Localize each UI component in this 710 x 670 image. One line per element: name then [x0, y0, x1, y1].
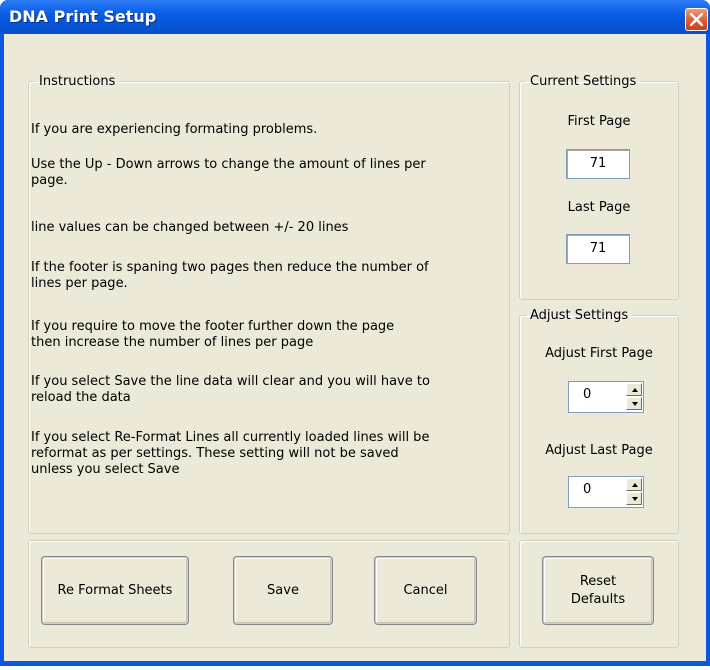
- arrow-up-icon: [632, 483, 638, 487]
- spin-up-button[interactable]: [626, 478, 642, 491]
- instruction-line: Use the Up - Down arrows to change the a…: [31, 157, 426, 172]
- spin-arrows: [626, 478, 642, 506]
- instruction-line: reload the data: [31, 390, 131, 405]
- close-button[interactable]: [685, 8, 708, 31]
- instruction-line: lines per page.: [31, 276, 128, 291]
- reset-label-line2: Defaults: [570, 591, 626, 607]
- first-page-label: First Page: [567, 114, 631, 129]
- instruction-line: then increase the number of lines per pa…: [31, 335, 314, 350]
- cancel-button[interactable]: Cancel: [375, 557, 476, 624]
- instruction-line: If you select Re-Format Lines all curren…: [31, 430, 430, 445]
- adjust-first-page-label: Adjust First Page: [545, 346, 653, 361]
- spin-down-button[interactable]: [626, 397, 642, 410]
- arrow-down-icon: [632, 497, 638, 501]
- instruction-paragraph: line values can be changed between +/- 2…: [31, 220, 348, 236]
- instruction-line: If you require to move the footer furthe…: [31, 319, 395, 334]
- adjust-first-page-stepper[interactable]: 0: [568, 381, 644, 413]
- instruction-line: If you are experiencing formating proble…: [31, 122, 318, 137]
- instruction-paragraph: If you select Save the line data will cl…: [31, 374, 430, 406]
- adjust-last-page-label: Adjust Last Page: [545, 443, 653, 458]
- adjust-last-page-value[interactable]: 0: [583, 482, 591, 497]
- arrow-down-icon: [632, 402, 638, 406]
- current-settings-group: Current Settings: [519, 74, 679, 300]
- reformat-sheets-label: Re Format Sheets: [57, 583, 173, 598]
- cancel-label: Cancel: [403, 583, 448, 598]
- first-page-value-field[interactable]: 71: [566, 149, 630, 179]
- instruction-paragraph: Use the Up - Down arrows to change the a…: [31, 157, 426, 189]
- instruction-line: page.: [31, 173, 68, 188]
- arrow-up-icon: [632, 388, 638, 392]
- instruction-paragraph: If the footer is spaning two pages then …: [31, 260, 429, 292]
- title-bar[interactable]: DNA Print Setup: [0, 0, 710, 34]
- close-icon: [690, 13, 703, 26]
- save-label: Save: [267, 583, 299, 598]
- dialog-body: Instructions If you are experiencing for…: [4, 34, 706, 661]
- instruction-line: unless you select Save: [31, 462, 180, 477]
- spin-up-button[interactable]: [626, 383, 642, 396]
- reformat-sheets-button[interactable]: Re Format Sheets: [42, 557, 188, 624]
- last-page-value-field[interactable]: 71: [566, 234, 630, 264]
- instruction-paragraph: If you select Re-Format Lines all curren…: [31, 430, 429, 478]
- instructions-legend: Instructions: [39, 74, 116, 89]
- adjust-settings-legend: Adjust Settings: [530, 308, 629, 323]
- spin-down-button[interactable]: [626, 492, 642, 505]
- current-settings-legend: Current Settings: [530, 74, 637, 89]
- instruction-line: If the footer is spaning two pages then …: [31, 260, 429, 275]
- instruction-paragraph: If you are experiencing formating proble…: [31, 122, 317, 138]
- reset-label-line1: Reset: [579, 573, 617, 589]
- adjust-first-page-value[interactable]: 0: [583, 387, 591, 402]
- adjust-last-page-stepper[interactable]: 0: [568, 476, 644, 508]
- dialog-window: DNA Print Setup Instructions If you are …: [0, 0, 710, 666]
- reset-defaults-button[interactable]: Reset Defaults: [543, 557, 653, 624]
- instruction-line: line values can be changed between +/- 2…: [31, 220, 349, 235]
- window-title: DNA Print Setup: [9, 7, 157, 26]
- last-page-label: Last Page: [567, 200, 631, 215]
- instruction-line: If you select Save the line data will cl…: [31, 374, 430, 389]
- save-button[interactable]: Save: [234, 557, 332, 624]
- instruction-line: reformat as per settings. These setting …: [31, 446, 399, 461]
- spin-arrows: [626, 383, 642, 411]
- instruction-paragraph: If you require to move the footer furthe…: [31, 319, 394, 351]
